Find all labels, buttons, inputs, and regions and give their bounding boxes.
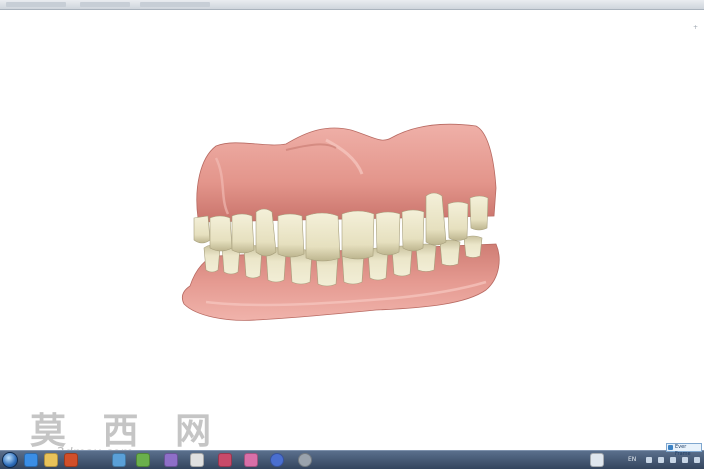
- title-strip: [80, 2, 130, 7]
- title-strip: [6, 2, 66, 7]
- app-icon[interactable]: [590, 453, 604, 467]
- tray-language[interactable]: EN: [628, 456, 636, 463]
- tray-icon[interactable]: [694, 457, 700, 463]
- title-bar: [0, 0, 704, 10]
- start-orb-icon[interactable]: [2, 452, 18, 468]
- app-icon[interactable]: [136, 453, 150, 467]
- app-icon[interactable]: [218, 453, 232, 467]
- network-icon[interactable]: [646, 457, 652, 463]
- system-tray: EN: [624, 451, 704, 469]
- notification-text: Ever Frame: [675, 444, 691, 457]
- ie-icon[interactable]: [24, 453, 38, 467]
- notification-popup[interactable]: Ever Frame: [666, 443, 702, 457]
- app-icon[interactable]: [244, 453, 258, 467]
- media-icon[interactable]: [64, 453, 78, 467]
- dental-model-render[interactable]: [176, 118, 506, 338]
- app-icon[interactable]: [190, 453, 204, 467]
- folder-icon[interactable]: [44, 453, 58, 467]
- app-icon[interactable]: [112, 453, 126, 467]
- corner-mark: +: [692, 24, 698, 31]
- taskbar: EN: [0, 450, 704, 469]
- notification-icon: [668, 445, 673, 450]
- search-icon[interactable]: [270, 453, 284, 467]
- title-strip: [140, 2, 210, 7]
- disc-icon[interactable]: [298, 453, 312, 467]
- app-icon[interactable]: [164, 453, 178, 467]
- volume-icon[interactable]: [658, 457, 664, 463]
